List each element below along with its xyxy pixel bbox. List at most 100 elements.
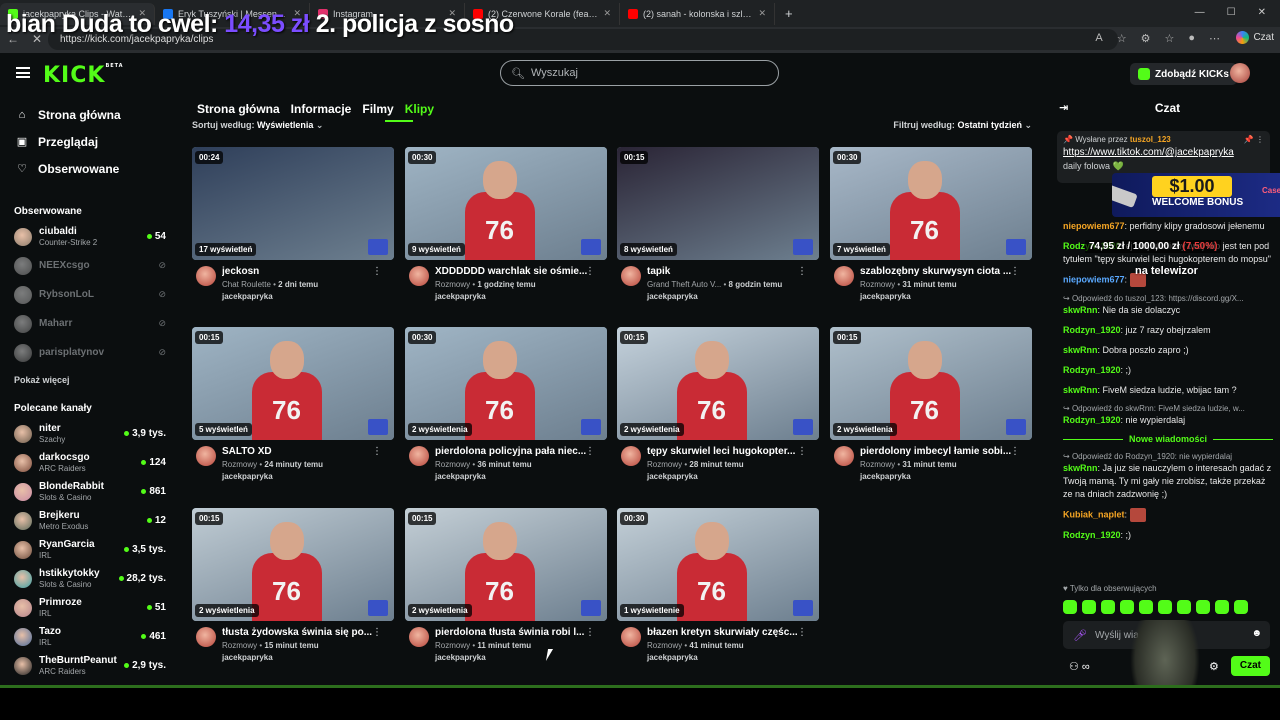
tab-close-icon[interactable]: ✕ [603, 8, 611, 19]
clip-menu-icon[interactable]: ⋮ [372, 266, 382, 277]
clip-menu-icon[interactable]: ⋮ [585, 266, 595, 277]
clip-channel-avatar[interactable] [834, 266, 854, 286]
clip-category[interactable]: Rozmowy [860, 460, 895, 469]
emoji-icon[interactable]: ☻ [1251, 628, 1262, 639]
pinned-link[interactable]: https://www.tiktok.com/@jacekpapryka [1063, 147, 1264, 158]
clip-author[interactable]: jacekpapryka [435, 653, 486, 662]
sidebar-channel[interactable]: Primroze IRL 51 [0, 593, 180, 622]
clip-author[interactable]: jacekpapryka [222, 653, 273, 662]
sidebar-channel[interactable]: RyanGarcia IRL 3,5 tys. [0, 535, 180, 564]
clip-category[interactable]: Rozmowy [860, 280, 895, 289]
search-input[interactable]: 🔍︎ Wyszukaj [500, 60, 779, 86]
clip-menu-icon[interactable]: ⋮ [372, 627, 382, 638]
clip-category[interactable]: Chat Roulette [222, 280, 271, 289]
clip-author[interactable]: jacekpapryka [647, 292, 698, 301]
sort-control[interactable]: Sortuj według: Wyświetlenia ⌄ [192, 120, 323, 131]
quick-emote-icon[interactable] [1196, 600, 1210, 614]
clip-thumbnail[interactable]: 76 00:15 2 wyświetlenia [192, 508, 394, 621]
chat-username[interactable]: niepowiem677 [1063, 221, 1125, 231]
clip-channel-avatar[interactable] [409, 627, 429, 647]
clip-channel-avatar[interactable] [409, 446, 429, 466]
clip-author[interactable]: jacekpapryka [860, 292, 911, 301]
clip-author[interactable]: jacekpapryka [860, 472, 911, 481]
clip-menu-icon[interactable]: ⋮ [585, 627, 595, 638]
clip-thumbnail[interactable]: 76 00:30 9 wyświetleń [405, 147, 607, 260]
collections-icon[interactable]: ☆ [1164, 32, 1174, 45]
quick-emote-icon[interactable] [1139, 600, 1153, 614]
clip-menu-icon[interactable]: ⋮ [1010, 266, 1020, 277]
clip-thumbnail[interactable]: 00:15 8 wyświetleń [617, 147, 819, 260]
clip-title[interactable]: tłusta żydowska świnia się po... [222, 627, 377, 638]
channel-tab[interactable]: Informacje [291, 102, 352, 116]
reply-context[interactable]: ↪ Odpowiedź do skwRnn: FiveM siedza ludz… [1063, 404, 1273, 413]
chat-username[interactable]: niepowiem677 [1063, 274, 1125, 284]
clip-card[interactable]: 76 00:15 2 wyświetlenia pierdolona tłusta ś… [405, 508, 607, 675]
clip-channel-avatar[interactable] [196, 627, 216, 647]
clip-thumbnail[interactable]: 76 00:15 2 wyświetlenia [405, 508, 607, 621]
sidebar-channel[interactable]: niter Szachy 3,9 tys. [0, 419, 180, 448]
channel-tab[interactable]: Strona główna [197, 102, 280, 116]
clip-category[interactable]: Rozmowy [435, 460, 470, 469]
clip-menu-icon[interactable]: ⋮ [797, 627, 807, 638]
quick-emote-icon[interactable] [1177, 600, 1191, 614]
copilot-button[interactable]: Czat [1236, 31, 1274, 44]
collapse-chat-icon[interactable]: ⇥ [1059, 95, 1068, 122]
clip-card[interactable]: 76 00:30 2 wyświetlenia pierdolona policyjn… [405, 327, 607, 494]
clip-thumbnail[interactable]: 76 00:30 1 wyświetlenie [617, 508, 819, 621]
sidebar-nav-item[interactable]: ▣ Przeglądaj [0, 128, 180, 155]
sidebar-channel[interactable]: ciubaldi Counter-Strike 2 54 [0, 222, 180, 251]
clip-title[interactable]: pierdolona policyjna pała niec... [435, 446, 590, 457]
clip-channel-avatar[interactable] [621, 627, 641, 647]
chat-settings-icon[interactable]: ⚙ [1209, 660, 1219, 673]
clip-title[interactable]: tapik [647, 266, 802, 277]
clip-author[interactable]: jacekpapryka [647, 653, 698, 662]
sidebar-channel[interactable]: Brejkeru Metro Exodus 12 [0, 506, 180, 535]
clip-thumbnail[interactable]: 76 00:30 2 wyświetlenia [405, 327, 607, 440]
clip-title[interactable]: szablozębny skurwysyn ciota ... [860, 266, 1015, 277]
chat-username[interactable]: Rodzyn_1920 [1063, 365, 1121, 375]
sidebar-channel[interactable]: RybsonLoL ⊘ [0, 280, 180, 309]
clip-channel-avatar[interactable] [621, 446, 641, 466]
clip-category[interactable]: Rozmowy [435, 280, 470, 289]
clip-card[interactable]: 76 00:30 7 wyświetleń szablozębny skurwysyn… [830, 147, 1032, 314]
chat-username[interactable]: Kubiak_naplet [1063, 509, 1125, 519]
reply-context[interactable]: ↪ Odpowiedź do tuszol_123: https://disco… [1063, 294, 1273, 303]
clip-channel-avatar[interactable] [196, 446, 216, 466]
clip-thumbnail[interactable]: 76 00:15 2 wyświetlenia [617, 327, 819, 440]
pin-icon[interactable]: 📌 ⋮ [1244, 135, 1264, 144]
minimize-icon[interactable]: — [1195, 7, 1205, 18]
chat-username[interactable]: skwRnn [1063, 305, 1098, 315]
quick-emote-icon[interactable] [1082, 600, 1096, 614]
sidebar-channel[interactable]: parisplatynov ⊘ [0, 338, 180, 367]
new-messages-divider[interactable]: Nowe wiadomości [1063, 434, 1273, 444]
clip-title[interactable]: tępy skurwiel leci hugokopter... [647, 446, 802, 457]
clip-card[interactable]: 00:24 17 wyświetleń jeckosn ⋮ Chat Roulette … [192, 147, 394, 314]
clip-author[interactable]: jacekpapryka [222, 292, 273, 301]
profile-icon[interactable]: ● [1188, 32, 1195, 45]
clip-menu-icon[interactable]: ⋮ [797, 446, 807, 457]
filter-control[interactable]: Filtruj według: Ostatni tydzień ⌄ [893, 120, 1032, 131]
clip-card[interactable]: 76 00:15 2 wyświetlenia tępy skurwiel leci … [617, 327, 819, 494]
menu-icon[interactable] [16, 67, 30, 78]
clip-menu-icon[interactable]: ⋮ [372, 446, 382, 457]
clip-title[interactable]: pierdolona tłusta świnia robi l... [435, 627, 590, 638]
clip-menu-icon[interactable]: ⋮ [797, 266, 807, 277]
clip-title[interactable]: błazen kretyn skurwiały częśc... [647, 627, 802, 638]
channel-tab[interactable]: Klipy [405, 102, 434, 116]
quick-emote-icon[interactable] [1120, 600, 1134, 614]
chat-username[interactable]: Rodzyn_1920 [1063, 415, 1121, 425]
read-aloud-icon[interactable]: A [1095, 32, 1102, 45]
sidebar-nav-item[interactable]: ♡ Obserwowane [0, 155, 180, 182]
quick-emote-icon[interactable] [1215, 600, 1229, 614]
clip-channel-avatar[interactable] [621, 266, 641, 286]
clip-thumbnail[interactable]: 76 00:30 7 wyświetleń [830, 147, 1032, 260]
sidebar-channel[interactable]: Maharr ⊘ [0, 309, 180, 338]
clip-title[interactable]: SALTO XD [222, 446, 377, 457]
sidebar-channel[interactable]: Tazo IRL 461 [0, 622, 180, 651]
clip-card[interactable]: 76 00:15 5 wyświetleń SALTO XD ⋮ Rozmowy • 24… [192, 327, 394, 494]
sidebar-channel[interactable]: NEEXcsgo ⊘ [0, 251, 180, 280]
tab-close-icon[interactable]: ✕ [758, 8, 766, 19]
kick-logo[interactable]: KICKBETA [43, 63, 124, 88]
clip-title[interactable]: jeckosn [222, 266, 377, 277]
sidebar-channel[interactable]: BlondeRabbit Slots & Casino 861 [0, 477, 180, 506]
